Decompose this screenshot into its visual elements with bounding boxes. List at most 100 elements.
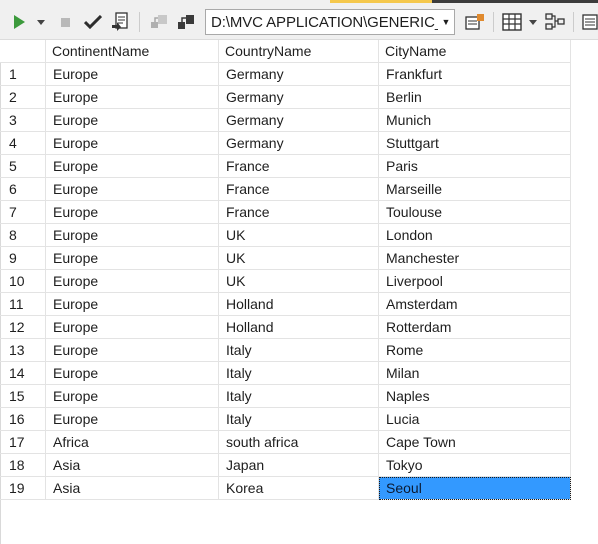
row-number-cell[interactable]: 2	[0, 86, 46, 109]
table-row[interactable]: 9 Europe UK Manchester	[0, 247, 572, 270]
country-cell[interactable]: Germany	[219, 63, 379, 86]
table-row[interactable]: 17 Africa south africa Cape Town	[0, 431, 572, 454]
city-cell[interactable]: Naples	[379, 385, 571, 408]
table-row[interactable]: 13 Europe Italy Rome	[0, 339, 572, 362]
table-row[interactable]: 16 Europe Italy Lucia	[0, 408, 572, 431]
row-number-cell[interactable]: 8	[0, 224, 46, 247]
table-row[interactable]: 8 Europe UK London	[0, 224, 572, 247]
row-number-cell[interactable]: 17	[0, 431, 46, 454]
table-row[interactable]: 14 Europe Italy Milan	[0, 362, 572, 385]
row-number-cell[interactable]: 3	[0, 109, 46, 132]
table-row[interactable]: 12 Europe Holland Rotterdam	[0, 316, 572, 339]
country-cell[interactable]: France	[219, 178, 379, 201]
country-cell[interactable]: France	[219, 201, 379, 224]
table-row[interactable]: 10 Europe UK Liverpool	[0, 270, 572, 293]
country-cell[interactable]: Italy	[219, 362, 379, 385]
country-cell[interactable]: France	[219, 155, 379, 178]
city-cell[interactable]: Liverpool	[379, 270, 571, 293]
continent-cell[interactable]: Europe	[46, 247, 219, 270]
country-cell[interactable]: UK	[219, 224, 379, 247]
execute-icon[interactable]	[9, 12, 29, 32]
continent-cell[interactable]: Europe	[46, 385, 219, 408]
table-row[interactable]: 15 Europe Italy Naples	[0, 385, 572, 408]
query-options-icon[interactable]	[463, 11, 487, 33]
continent-cell[interactable]: Europe	[46, 293, 219, 316]
continent-cell[interactable]: Europe	[46, 362, 219, 385]
execute-dropdown-icon[interactable]	[34, 12, 48, 32]
parse-icon[interactable]	[109, 11, 131, 33]
city-cell[interactable]: Munich	[379, 109, 571, 132]
country-cell[interactable]: Germany	[219, 132, 379, 155]
check-icon[interactable]	[82, 12, 104, 32]
country-cell[interactable]: Germany	[219, 109, 379, 132]
continent-cell[interactable]: Europe	[46, 408, 219, 431]
country-cell[interactable]: Italy	[219, 408, 379, 431]
country-cell[interactable]: Japan	[219, 454, 379, 477]
country-cell[interactable]: Holland	[219, 316, 379, 339]
continent-cell[interactable]: Europe	[46, 178, 219, 201]
continent-cell[interactable]: Europe	[46, 155, 219, 178]
continent-cell[interactable]: Europe	[46, 86, 219, 109]
country-cell[interactable]: UK	[219, 247, 379, 270]
country-cell[interactable]: Germany	[219, 86, 379, 109]
plan-icon[interactable]	[543, 11, 567, 33]
column-header-country[interactable]: CountryName	[219, 40, 379, 63]
table-row[interactable]: 5 Europe France Paris	[0, 155, 572, 178]
column-header-continent[interactable]: ContinentName	[46, 40, 219, 63]
city-cell[interactable]: Marseille	[379, 178, 571, 201]
row-number-cell[interactable]: 9	[0, 247, 46, 270]
table-row[interactable]: 1 Europe Germany Frankfurt	[0, 63, 572, 86]
row-number-header[interactable]	[0, 40, 46, 63]
city-cell[interactable]: Stuttgart	[379, 132, 571, 155]
row-number-cell[interactable]: 6	[0, 178, 46, 201]
continent-cell[interactable]: Europe	[46, 132, 219, 155]
results-grid-icon[interactable]	[500, 11, 524, 33]
table-row[interactable]: 6 Europe France Marseille	[0, 178, 572, 201]
table-row[interactable]: 19 Asia Korea Seoul	[0, 477, 572, 500]
city-cell[interactable]: Milan	[379, 362, 571, 385]
country-cell[interactable]: Italy	[219, 385, 379, 408]
city-cell[interactable]: Rome	[379, 339, 571, 362]
table-row[interactable]: 18 Asia Japan Tokyo	[0, 454, 572, 477]
city-cell[interactable]: Seoul	[379, 477, 571, 500]
city-cell[interactable]: Frankfurt	[379, 63, 571, 86]
row-number-cell[interactable]: 4	[0, 132, 46, 155]
city-cell[interactable]: Manchester	[379, 247, 571, 270]
country-cell[interactable]: UK	[219, 270, 379, 293]
table-row[interactable]: 2 Europe Germany Berlin	[0, 86, 572, 109]
city-cell[interactable]: Amsterdam	[379, 293, 571, 316]
table-row[interactable]: 11 Europe Holland Amsterdam	[0, 293, 572, 316]
continent-cell[interactable]: Asia	[46, 454, 219, 477]
row-number-cell[interactable]: 7	[0, 201, 46, 224]
table-row[interactable]: 4 Europe Germany Stuttgart	[0, 132, 572, 155]
row-number-cell[interactable]: 5	[0, 155, 46, 178]
change-connection-icon[interactable]	[174, 11, 198, 33]
database-path-dropdown[interactable]: D:\MVC APPLICATION\GENERIC_RI ▼	[205, 9, 455, 35]
row-number-cell[interactable]: 15	[0, 385, 46, 408]
city-cell[interactable]: Lucia	[379, 408, 571, 431]
column-header-city[interactable]: CityName	[379, 40, 571, 63]
overflow-icon[interactable]	[580, 11, 598, 33]
chevron-down-icon[interactable]: ▼	[438, 10, 454, 34]
continent-cell[interactable]: Europe	[46, 63, 219, 86]
table-row[interactable]: 7 Europe France Toulouse	[0, 201, 572, 224]
country-cell[interactable]: Korea	[219, 477, 379, 500]
row-number-cell[interactable]: 16	[0, 408, 46, 431]
city-cell[interactable]: Berlin	[379, 86, 571, 109]
continent-cell[interactable]: Africa	[46, 431, 219, 454]
city-cell[interactable]: London	[379, 224, 571, 247]
results-dropdown-icon[interactable]	[527, 12, 539, 32]
row-number-cell[interactable]: 1	[0, 63, 46, 86]
city-cell[interactable]: Rotterdam	[379, 316, 571, 339]
row-number-cell[interactable]: 18	[0, 454, 46, 477]
row-number-cell[interactable]: 14	[0, 362, 46, 385]
continent-cell[interactable]: Europe	[46, 339, 219, 362]
row-number-cell[interactable]: 11	[0, 293, 46, 316]
city-cell[interactable]: Cape Town	[379, 431, 571, 454]
continent-cell[interactable]: Europe	[46, 201, 219, 224]
country-cell[interactable]: south africa	[219, 431, 379, 454]
city-cell[interactable]: Toulouse	[379, 201, 571, 224]
row-number-cell[interactable]: 12	[0, 316, 46, 339]
city-cell[interactable]: Tokyo	[379, 454, 571, 477]
row-number-cell[interactable]: 13	[0, 339, 46, 362]
